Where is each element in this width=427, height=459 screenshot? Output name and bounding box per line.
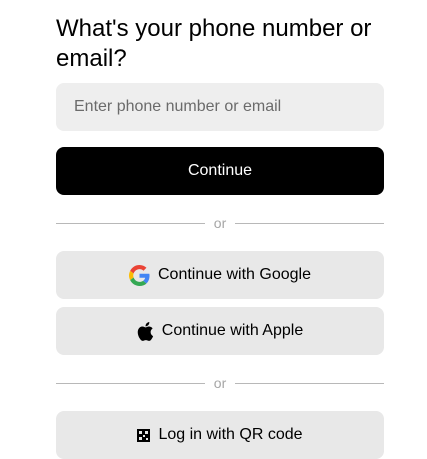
continue-button-label: Continue — [187, 162, 253, 179]
divider-line — [56, 382, 205, 384]
divider-line — [56, 222, 205, 224]
login-panel: What's your phone number or email? Conti… — [56, 0, 385, 459]
or-divider-2: or — [56, 355, 385, 411]
google-icon — [129, 264, 150, 286]
qr-code-icon — [137, 428, 151, 442]
qr-button-label: Log in with QR code — [158, 426, 303, 443]
qr-login-button[interactable]: Log in with QR code — [56, 411, 384, 459]
google-button-label: Continue with Google — [158, 266, 311, 283]
apple-button-label: Continue with Apple — [161, 322, 304, 339]
divider-or-text: or — [213, 215, 227, 231]
continue-button[interactable]: Continue — [56, 147, 384, 195]
continue-with-google-button[interactable]: Continue with Google — [56, 251, 384, 299]
apple-icon — [137, 321, 154, 341]
divider-or-text: or — [213, 375, 227, 391]
divider-line — [235, 382, 385, 384]
page-title: What's your phone number or email? — [56, 15, 372, 72]
divider-line — [235, 222, 385, 224]
continue-with-apple-button[interactable]: Continue with Apple — [56, 307, 384, 355]
phone-email-input[interactable] — [56, 83, 384, 131]
or-divider-1: or — [56, 195, 385, 251]
